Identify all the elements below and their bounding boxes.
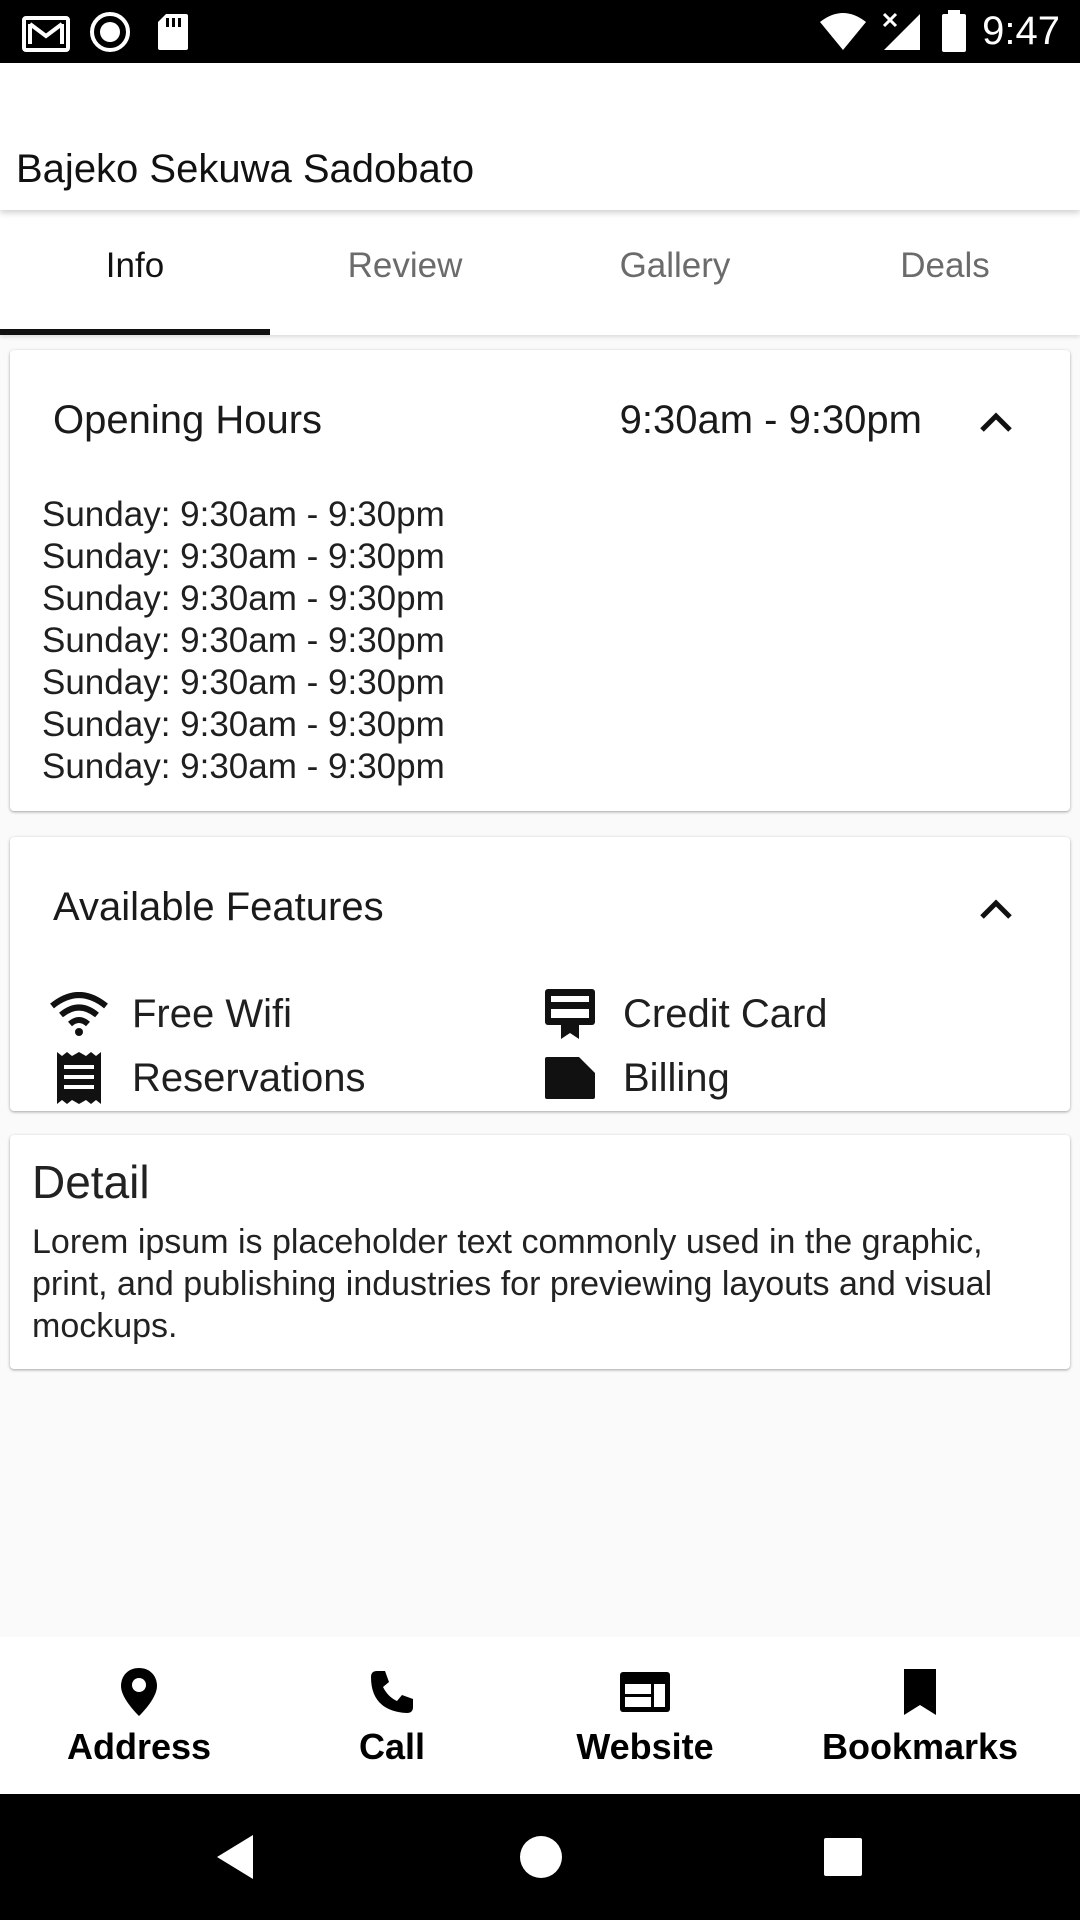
chevron-up-icon[interactable] <box>966 879 1026 939</box>
address-label: Address <box>66 1725 212 1767</box>
website-label: Website <box>576 1725 714 1767</box>
bookmarks-button[interactable]: Bookmarks <box>810 1637 1030 1794</box>
feature-label: Free Wifi <box>132 991 292 1036</box>
system-nav-bar <box>0 1794 1080 1920</box>
hours-row: Sunday: 9:30am - 9:30pm <box>42 747 445 786</box>
address-button[interactable]: Address <box>44 1637 234 1794</box>
feature-label: Billing <box>623 1055 730 1100</box>
tab-review[interactable]: Review <box>270 210 540 335</box>
home-icon[interactable] <box>506 1794 576 1920</box>
bottom-action-bar: Address Call Website Bookmarks <box>0 1637 1080 1794</box>
feature-free-wifi: Free Wifi <box>50 984 292 1044</box>
feature-label: Credit Card <box>623 991 828 1036</box>
detail-body: Lorem ipsum is placeholder text commonly… <box>32 1223 993 1345</box>
website-button[interactable]: Website <box>560 1637 730 1794</box>
hours-row: Sunday: 9:30am - 9:30pm <box>42 579 445 618</box>
opening-hours-title[interactable]: Opening Hours <box>53 398 322 443</box>
credit-card-icon <box>541 985 599 1043</box>
wifi-icon <box>50 985 108 1043</box>
battery-icon <box>940 0 968 63</box>
receipt-icon <box>50 1049 108 1107</box>
phone-icon <box>367 1664 417 1720</box>
chevron-up-icon[interactable] <box>966 392 1026 452</box>
bookmarks-label: Bookmarks <box>821 1725 1019 1767</box>
tab-deals[interactable]: Deals <box>810 210 1080 335</box>
record-icon <box>88 0 132 63</box>
wifi-icon <box>818 0 868 63</box>
call-label: Call <box>358 1725 426 1767</box>
detail-card: Detail Lorem ipsum is placeholder text c… <box>10 1135 1070 1369</box>
tab-indicator <box>0 329 270 335</box>
tab-bar: Info Review Gallery Deals <box>0 210 1080 335</box>
bookmark-icon <box>900 1664 940 1720</box>
signal-icon <box>880 0 924 63</box>
opening-hours-summary: 9:30am - 9:30pm <box>619 398 922 442</box>
tab-gallery[interactable]: Gallery <box>540 210 810 335</box>
hours-row: Sunday: 9:30am - 9:30pm <box>42 621 445 660</box>
opening-hours-card: Opening Hours 9:30am - 9:30pm Sunday: 9:… <box>10 350 1070 811</box>
status-bar: 9:47 <box>0 0 1080 63</box>
tab-info[interactable]: Info <box>0 210 270 335</box>
status-time: 9:47 <box>982 9 1060 53</box>
features-title[interactable]: Available Features <box>53 885 384 930</box>
call-button[interactable]: Call <box>310 1637 474 1794</box>
app-bar: Bajeko Sekuwa Sadobato <box>0 63 1080 210</box>
feature-credit-card: Credit Card <box>541 984 828 1044</box>
feature-reservations: Reservations <box>50 1048 365 1108</box>
gmail-icon <box>22 0 70 63</box>
billing-icon <box>541 1049 599 1107</box>
hours-row: Sunday: 9:30am - 9:30pm <box>42 495 445 534</box>
location-pin-icon <box>119 1664 159 1720</box>
hours-row: Sunday: 9:30am - 9:30pm <box>42 537 445 576</box>
sd-card-icon <box>156 0 190 63</box>
feature-label: Reservations <box>132 1055 366 1100</box>
back-icon[interactable] <box>200 1794 270 1920</box>
detail-title: Detail <box>32 1156 150 1208</box>
feature-billing: Billing <box>541 1048 730 1108</box>
opening-hours-list: Sunday: 9:30am - 9:30pm Sunday: 9:30am -… <box>42 494 445 788</box>
hours-row: Sunday: 9:30am - 9:30pm <box>42 663 445 702</box>
page-title: Bajeko Sekuwa Sadobato <box>16 147 475 191</box>
recents-icon[interactable] <box>808 1794 878 1920</box>
web-icon <box>618 1664 672 1720</box>
features-card: Available Features Free Wifi Credit Card <box>10 837 1070 1111</box>
hours-row: Sunday: 9:30am - 9:30pm <box>42 705 445 744</box>
